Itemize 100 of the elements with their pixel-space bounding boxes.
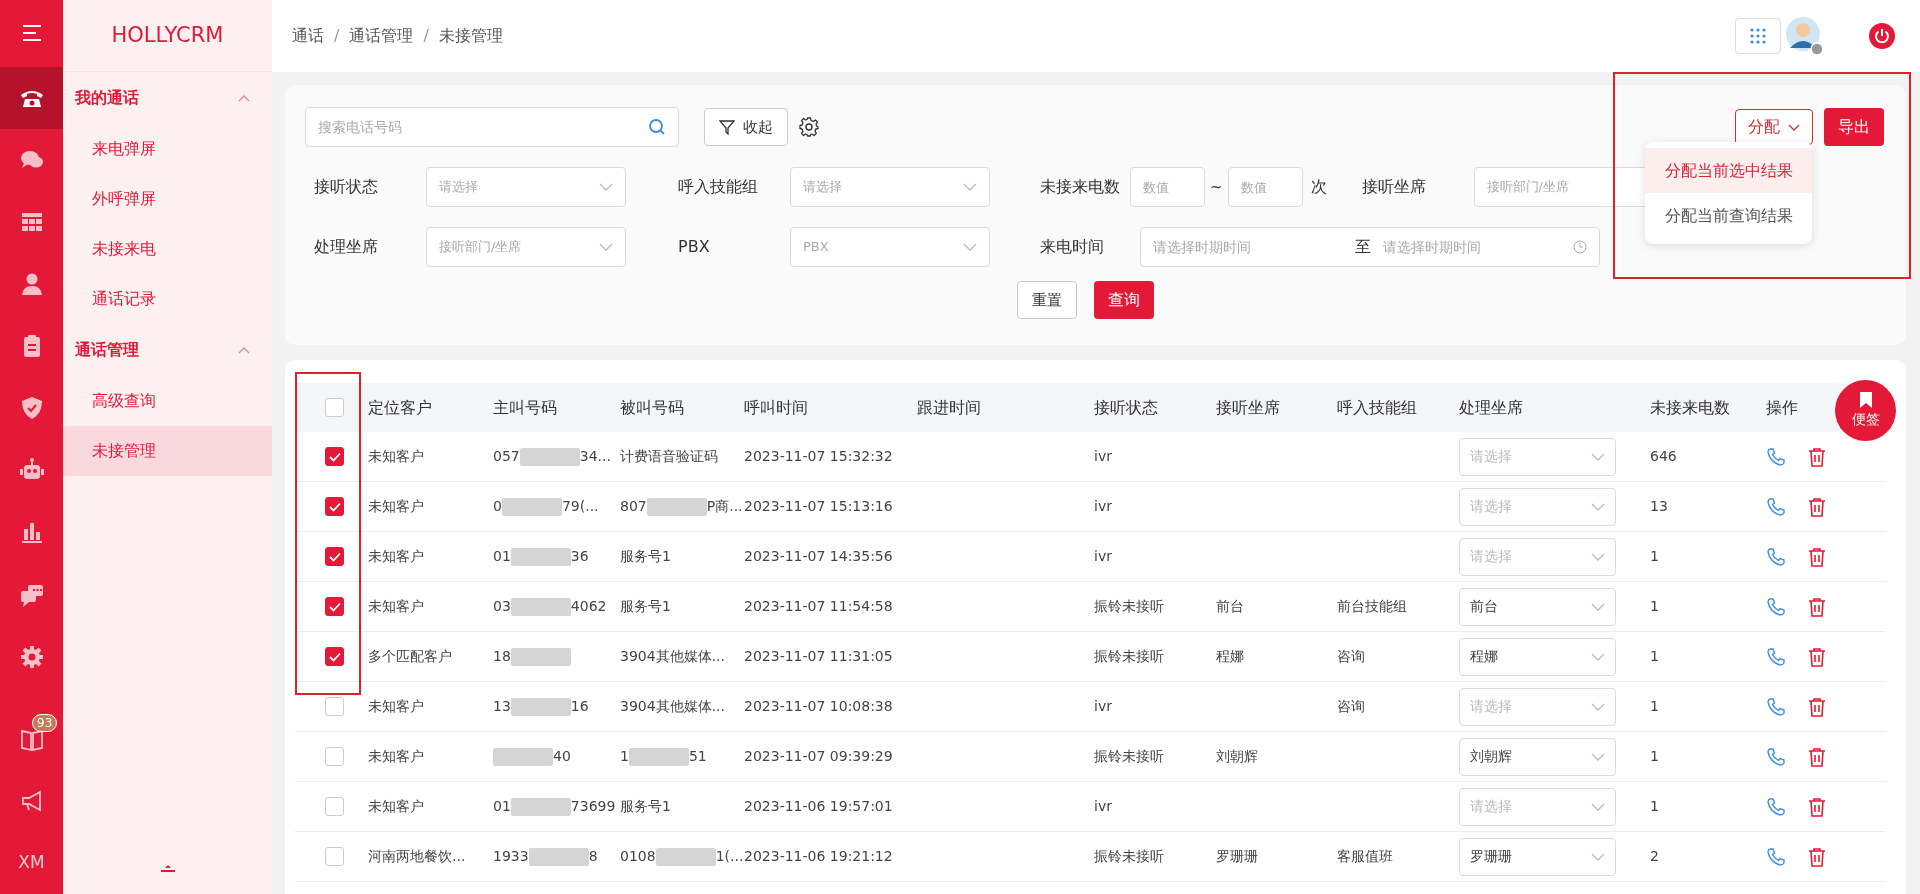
table-cell-text: 未知客户 — [368, 747, 425, 766]
cell-text: 01 — [493, 548, 511, 564]
date-field[interactable]: 请选择时期时间 — [1153, 236, 1343, 258]
filter-label: 接听状态 — [314, 176, 379, 198]
table-cell-text: 13 — [1650, 497, 1669, 516]
cell-text: 057 — [493, 448, 520, 464]
menu-item[interactable]: 分配当前查询结果 — [1645, 193, 1812, 238]
table-cell-text: ivr — [1094, 547, 1113, 566]
breadcrumb-separator: / — [334, 26, 340, 45]
filter-label: 接听坐席 — [1361, 176, 1427, 198]
table-cell-text: 1 — [1650, 747, 1660, 766]
table-cell-text: 服务号1 — [620, 597, 672, 616]
table-cell-text: 2023-11-07 15:13:16 — [744, 497, 894, 516]
select-field[interactable]: 程娜 — [1459, 637, 1616, 676]
column-header: 未接来电数 — [1650, 397, 1730, 417]
table-cell-text: 客服值班 — [1337, 847, 1394, 866]
menu-item[interactable]: 高级查询 — [63, 376, 272, 426]
table-cell-text: 振铃未接听 — [1094, 747, 1165, 766]
table-cell-text: 3904其他媒体... — [620, 697, 726, 716]
table-cell-text: ivr — [1094, 797, 1113, 816]
table-cell-text: 1 — [1650, 697, 1660, 716]
select-field[interactable]: 请选择 — [426, 167, 626, 207]
select-field[interactable]: 刘朝辉 — [1459, 737, 1616, 776]
select-field[interactable]: PBX — [790, 227, 990, 267]
column-header: 操作 — [1766, 397, 1798, 417]
cell-text: 4062 — [570, 598, 607, 614]
menu-item[interactable]: 外呼弹屏 — [63, 174, 272, 224]
column-header: 接听坐席 — [1216, 397, 1280, 417]
table-cell-text: 2023-11-07 11:54:58 — [744, 597, 894, 616]
select-field[interactable]: 罗珊珊 — [1459, 837, 1616, 876]
cell-text: 73699 — [570, 798, 616, 814]
group-label: 我的通话 — [75, 87, 139, 109]
cell-text: 40 — [553, 748, 571, 764]
assign-button[interactable]: 分配 — [1735, 109, 1813, 145]
date-range-field[interactable]: 请选择时期时间 至 请选择时期时间 — [1140, 227, 1600, 267]
rail-button[interactable]: 93 — [0, 707, 63, 770]
cell-text: 51 — [688, 748, 707, 764]
table-cell-text: 2023-11-07 10:08:38 — [744, 697, 894, 716]
column-header: 接听状态 — [1094, 397, 1158, 417]
reset-button[interactable]: 重置 — [1017, 281, 1077, 319]
cell-text: 03 — [493, 598, 511, 614]
menu-group-header[interactable]: 通话管理 — [63, 324, 272, 376]
date-field[interactable]: 请选择时期时间 — [1383, 236, 1573, 258]
table-cell-text: 振铃未接听 — [1094, 597, 1165, 616]
table-cell-text: 未知客户 — [368, 447, 425, 466]
menu-item[interactable]: 未接管理 — [63, 426, 272, 476]
table-cell-text: 2 — [1650, 847, 1660, 866]
select-field[interactable]: 前台 — [1459, 587, 1616, 626]
query-button[interactable]: 查询 — [1094, 281, 1154, 319]
cell-text: 16 — [570, 698, 589, 714]
table-cell-text: 咨询 — [1337, 697, 1366, 716]
group-label: 通话管理 — [75, 339, 139, 361]
rail-button[interactable]: XM — [0, 831, 63, 894]
table-cell-text: 刘朝辉 — [1216, 747, 1259, 766]
search-input[interactable]: 搜索电话号码 — [318, 116, 648, 138]
select-field[interactable]: 请选择 — [790, 167, 990, 207]
number-field[interactable]: 数值 — [1130, 167, 1205, 207]
table-cell-text: 2023-11-06 19:57:01 — [744, 797, 894, 816]
cell-text: 807 — [620, 498, 647, 514]
number-field[interactable]: 数值 — [1227, 167, 1303, 207]
cell-text: P商... — [706, 498, 743, 514]
breadcrumb-separator: / — [423, 26, 429, 45]
search-field[interactable]: 搜索电话号码 — [305, 107, 679, 147]
table-cell-text: 振铃未接听 — [1094, 847, 1165, 866]
menu-item[interactable]: 通话记录 — [63, 274, 272, 324]
range-separator: 至 — [1355, 236, 1371, 258]
column-header: 定位客户 — [368, 397, 432, 417]
breadcrumb-link[interactable]: 通话管理 — [349, 26, 414, 45]
collapse-button[interactable]: 收起 — [704, 108, 788, 146]
unit-label: 次 — [1310, 176, 1327, 198]
table-cell-text: 前台技能组 — [1337, 597, 1408, 616]
menu-item[interactable]: 来电弹屏 — [63, 124, 272, 174]
table-cell-text: 未知客户 — [368, 597, 425, 616]
note-button[interactable]: 便签 — [1835, 380, 1896, 441]
filter-label: 未接来电数 — [1040, 176, 1121, 198]
table-cell-text: 2023-11-07 11:31:05 — [744, 647, 894, 666]
export-button[interactable]: 导出 — [1824, 108, 1884, 146]
breadcrumb-link[interactable]: 通话 — [292, 26, 324, 45]
table-cell-text: 未知客户 — [368, 697, 425, 716]
select-field[interactable]: 接听部门/坐席 — [426, 227, 626, 267]
column-header: 呼叫时间 — [744, 397, 808, 417]
menu-group-header[interactable]: 我的通话 — [63, 72, 272, 124]
count-badge: 93 — [32, 713, 58, 732]
column-header: 处理坐席 — [1459, 397, 1523, 417]
table-cell-text: 振铃未接听 — [1094, 647, 1165, 666]
cell-text: 0108 — [620, 848, 656, 864]
table-cell-text: ivr — [1094, 447, 1113, 466]
cell-text: 18 — [493, 648, 511, 664]
cell-text: 0 — [493, 498, 502, 514]
table-cell-text: 1 — [1650, 647, 1660, 666]
table-cell-text: 1 — [1650, 547, 1660, 566]
table-cell-text: 服务号1 — [620, 797, 672, 816]
table-cell-text: 2023-11-06 19:21:12 — [744, 847, 894, 866]
table-cell-text: ivr — [1094, 497, 1113, 516]
table-cell-text: 罗珊珊 — [1216, 847, 1259, 866]
filter-label: 处理坐席 — [314, 236, 379, 258]
column-header: 呼入技能组 — [1337, 397, 1417, 417]
menu-item[interactable]: 未接来电 — [63, 224, 272, 274]
table-cell-text: 前台 — [1216, 597, 1245, 616]
menu-item[interactable]: 分配当前选中结果 — [1645, 148, 1812, 193]
